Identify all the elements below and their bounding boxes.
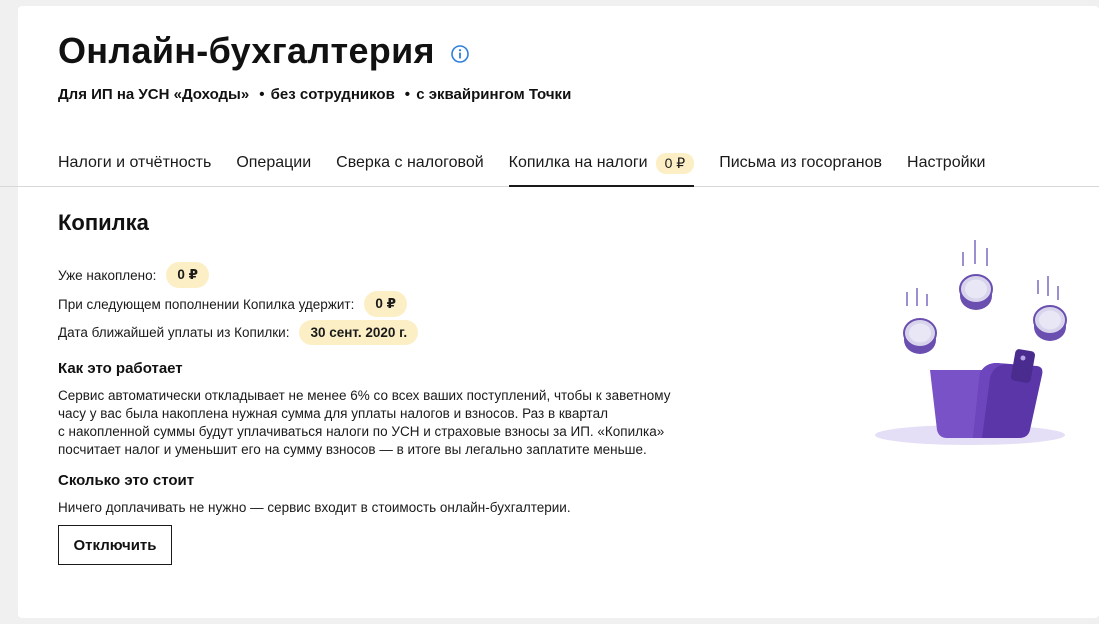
- tab-taxes-reports[interactable]: Налоги и отчётность: [58, 150, 211, 186]
- stat-next-withhold: При следующем пополнении Копилка удержит…: [58, 291, 407, 317]
- text-line: часу у вас была накоплена нужная сумма д…: [58, 406, 608, 421]
- tab-badge-amount: 0 ₽: [655, 152, 695, 174]
- coin-icon: [959, 240, 993, 310]
- cost-text: Ничего доплачивать не нужно — сервис вхо…: [58, 499, 738, 517]
- coin-icon: [1033, 276, 1067, 341]
- stat-value-badge: 30 сент. 2020 г.: [299, 320, 419, 345]
- tab-government-letters[interactable]: Письма из госорганов: [719, 150, 882, 186]
- info-circle-icon[interactable]: [451, 45, 469, 63]
- cost-heading: Сколько это стоит: [58, 472, 195, 489]
- stat-label: При следующем пополнении Копилка удержит…: [58, 296, 355, 312]
- tag-employees: • без сотрудников: [259, 86, 395, 103]
- wallet-coins-illustration: [855, 230, 1075, 450]
- stat-label: Дата ближайшей уплаты из Копилки:: [58, 325, 290, 340]
- disable-button[interactable]: Отключить: [58, 525, 172, 565]
- text-line: посчитает налог и уменьшит его на сумму …: [58, 442, 647, 457]
- text-line: с накопленной суммы будут уплачиваться н…: [58, 424, 665, 439]
- tag-tax-regime: Для ИП на УСН «Доходы»: [58, 86, 250, 103]
- wallet-icon: [930, 349, 1043, 438]
- stat-value-badge: 0 ₽: [364, 291, 407, 317]
- stat-accumulated: Уже накоплено: 0 ₽: [58, 262, 210, 288]
- plan-tags: Для ИП на УСН «Доходы» • без сотрудников…: [58, 86, 581, 103]
- how-it-works-text: Сервис автоматически откладывает не мене…: [58, 387, 738, 459]
- how-it-works-heading: Как это работает: [58, 360, 183, 377]
- tag-acquiring: • с эквайрингом Точки: [404, 86, 572, 103]
- tab-tax-reconciliation[interactable]: Сверка с налоговой: [336, 150, 484, 186]
- text-line: Сервис автоматически откладывает не мене…: [58, 388, 671, 403]
- tab-bar: Налоги и отчётность Операции Сверка с на…: [58, 150, 1099, 187]
- stat-next-payment-date: Дата ближайшей уплаты из Копилки: 30 сен…: [58, 320, 419, 345]
- section-title: Копилка: [58, 210, 149, 235]
- text-line: Ничего доплачивать не нужно — сервис вхо…: [58, 500, 571, 515]
- tab-settings[interactable]: Настройки: [907, 150, 985, 186]
- header: Онлайн-бухгалтерия: [58, 30, 469, 72]
- page-title: Онлайн-бухгалтерия: [58, 30, 435, 71]
- stat-label: Уже накоплено:: [58, 267, 157, 283]
- tab-operations[interactable]: Операции: [236, 150, 311, 186]
- tab-tax-piggybank[interactable]: Копилка на налоги 0 ₽: [508, 150, 695, 187]
- stat-value-badge: 0 ₽: [166, 262, 210, 288]
- coin-icon: [903, 288, 937, 354]
